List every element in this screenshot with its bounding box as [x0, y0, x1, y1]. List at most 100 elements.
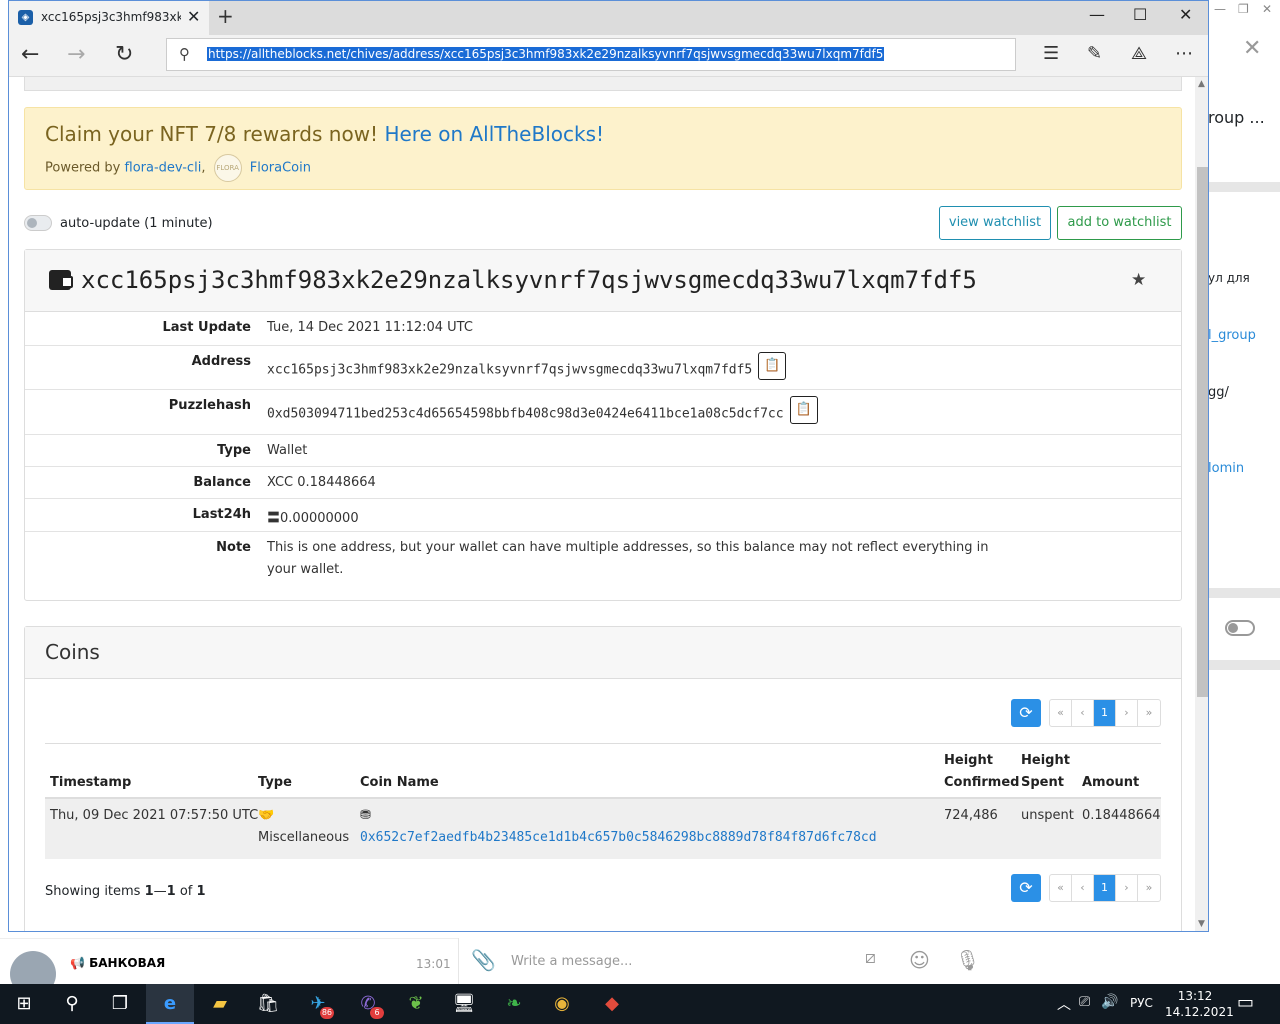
pager-page-1[interactable]: 1: [1094, 700, 1116, 726]
banner-headline-link[interactable]: Here on AllTheBlocks!: [384, 122, 604, 146]
scrollbar-thumb[interactable]: [1197, 167, 1208, 697]
refresh-button[interactable]: ↻: [115, 42, 133, 67]
col-height-spent[interactable]: Height Spent: [1021, 750, 1070, 794]
anydesk-icon[interactable]: ◆: [588, 984, 636, 1024]
auto-update-toggle[interactable]: [24, 215, 52, 231]
row-puzzlehash: Puzzlehash 0xd503094711bed253c4d65654598…: [25, 390, 1181, 435]
pager-prev-button[interactable]: ‹: [1072, 875, 1094, 901]
forward-button[interactable]: →: [67, 42, 85, 67]
col-timestamp[interactable]: Timestamp: [50, 772, 131, 794]
pager-last-button[interactable]: »: [1138, 700, 1160, 726]
value-last-update: Tue, 14 Dec 2021 11:12:04 UTC: [267, 320, 473, 335]
minimize-button[interactable]: —: [1089, 5, 1105, 24]
clock[interactable]: 13:12 14.12.2021: [1165, 988, 1234, 1020]
url-text[interactable]: https://alltheblocks.net/chives/address/…: [207, 47, 885, 61]
powered-comma: ,: [201, 160, 206, 176]
windows-start-icon[interactable]: ⊞: [0, 984, 48, 1024]
col-height-confirmed-line2: Confirmed: [944, 775, 1020, 790]
tray-chevron-icon[interactable]: ︿: [1057, 994, 1071, 1014]
pager-next-button[interactable]: ›: [1116, 875, 1138, 901]
col-amount[interactable]: Amount: [1082, 772, 1139, 794]
search-icon[interactable]: ⚲: [48, 984, 96, 1024]
edge-icon[interactable]: e: [146, 984, 194, 1024]
value-puzzlehash: 0xd503094711bed253c4d65654598bbfb408c98d…: [267, 406, 784, 422]
coins-refresh-button-bottom[interactable]: ⟳: [1011, 874, 1041, 902]
banner-headline: Claim your NFT 7/8 rewards now! Here on …: [45, 122, 604, 146]
panel-close-icon[interactable]: ✕: [1243, 36, 1261, 61]
pager-first-button[interactable]: «: [1050, 700, 1072, 726]
showing-of: of: [175, 884, 197, 899]
restore-icon[interactable]: ❐: [1238, 2, 1249, 16]
col-height-spent-line1: Height: [1021, 753, 1070, 768]
label-type: Type: [217, 443, 251, 458]
copy-address-button[interactable]: 📋: [758, 352, 787, 380]
background-link-admin[interactable]: lomin: [1208, 461, 1244, 476]
browser-tab[interactable]: ◈ xcc165psj3c3hmf983xk2 ✕: [9, 1, 209, 35]
message-input[interactable]: Write a message...: [511, 954, 632, 969]
scroll-up-icon[interactable]: ▲: [1198, 79, 1205, 89]
tab-bar: ◈ xcc165psj3c3hmf983xk2 ✕ + — ☐ ✕: [9, 1, 1208, 35]
viber-icon[interactable]: ✆ 6: [344, 984, 392, 1024]
view-watchlist-button[interactable]: view watchlist: [939, 206, 1051, 240]
task-view-icon[interactable]: ❐: [96, 984, 144, 1024]
microphone-icon[interactable]: 🎙: [955, 948, 980, 972]
value-last24h-wrap: 〓0.00000000: [267, 507, 359, 526]
notifications-icon[interactable]: ▭: [1237, 992, 1254, 1013]
add-to-watchlist-button[interactable]: add to watchlist: [1057, 206, 1182, 240]
window-close-button[interactable]: ✕: [1179, 5, 1192, 24]
col-type[interactable]: Type: [258, 772, 292, 794]
background-separator: [1208, 182, 1280, 192]
chat-list-item[interactable]: 📢 БАНКОВАЯ 13:01: [0, 938, 458, 997]
page-scrollbar[interactable]: ▲ ▼: [1195, 77, 1208, 931]
chat-name-text: БАНКОВАЯ: [89, 956, 166, 970]
flora-dev-cli-link[interactable]: flora-dev-cli: [125, 161, 202, 176]
emoji-icon[interactable]: ☺: [909, 948, 930, 972]
back-button[interactable]: ←: [21, 42, 39, 67]
pager-last-button[interactable]: »: [1138, 875, 1160, 901]
language-indicator[interactable]: РУС: [1130, 996, 1153, 1010]
pager-first-button[interactable]: «: [1050, 875, 1072, 901]
copy-puzzlehash-button[interactable]: 📋: [789, 396, 818, 424]
close-icon[interactable]: ✕: [1262, 2, 1272, 16]
star-icon[interactable]: ★: [1131, 270, 1146, 290]
web-note-icon[interactable]: ✎: [1087, 43, 1102, 64]
scroll-down-icon[interactable]: ▼: [1198, 919, 1205, 929]
pager-next-button[interactable]: ›: [1116, 700, 1138, 726]
pager-page-1[interactable]: 1: [1094, 875, 1116, 901]
telegram-icon[interactable]: ✈ 86: [294, 984, 342, 1024]
note-line-2: your wallet.: [267, 562, 344, 577]
store-icon[interactable]: 🛍: [244, 984, 292, 1024]
pager-prev-button[interactable]: ‹: [1072, 700, 1094, 726]
flora-app-icon[interactable]: ❧: [490, 984, 538, 1024]
showing-range-start: 1: [144, 884, 154, 899]
hub-icon[interactable]: ☰: [1043, 43, 1059, 64]
minimize-icon[interactable]: —: [1214, 2, 1226, 16]
new-tab-button[interactable]: +: [217, 4, 234, 28]
coins-refresh-button[interactable]: ⟳: [1011, 699, 1041, 727]
paperclip-icon[interactable]: 📎: [471, 948, 496, 972]
cell-height-confirmed[interactable]: 724,486: [944, 805, 998, 827]
file-explorer-icon[interactable]: ▰: [196, 984, 244, 1024]
tab-close-icon[interactable]: ✕: [187, 7, 200, 26]
maximize-button[interactable]: ☐: [1133, 5, 1147, 24]
flora-logo-icon: FLORA: [213, 154, 242, 182]
chrome-icon[interactable]: ◉: [538, 984, 586, 1024]
chives-app-icon[interactable]: ❦: [392, 984, 440, 1024]
command-icon[interactable]: ⧄: [865, 948, 876, 968]
coin-name-link[interactable]: 0x652c7ef2aedfb4b23485ce1d1b4c657b0c5846…: [360, 830, 877, 845]
col-height-confirmed[interactable]: Height Confirmed: [944, 750, 1019, 794]
network-icon[interactable]: ⎚: [1079, 994, 1090, 1010]
cell-type-text: Miscellaneous: [258, 830, 350, 845]
floracoin-link[interactable]: FloraCoin: [250, 161, 311, 176]
address-bar[interactable]: ⚲ https://alltheblocks.net/chives/addres…: [166, 38, 1016, 71]
col-coin-name[interactable]: Coin Name: [360, 772, 439, 794]
address-card: xcc165psj3c3hmf983xk2e29nzalksyvnrf7qsjw…: [24, 249, 1182, 601]
row-balance: Balance XCC 0.18448664: [25, 467, 1181, 499]
background-toggle[interactable]: [1225, 620, 1255, 636]
monitor-app-icon[interactable]: 🖥: [440, 984, 488, 1024]
background-link[interactable]: l_group: [1208, 328, 1256, 343]
volume-icon[interactable]: 🔊: [1101, 994, 1118, 1010]
share-icon[interactable]: ⟁: [1131, 43, 1147, 64]
row-address: Address xcc165psj3c3hmf983xk2e29nzalksyv…: [25, 346, 1181, 390]
more-icon[interactable]: ⋯: [1175, 43, 1193, 64]
